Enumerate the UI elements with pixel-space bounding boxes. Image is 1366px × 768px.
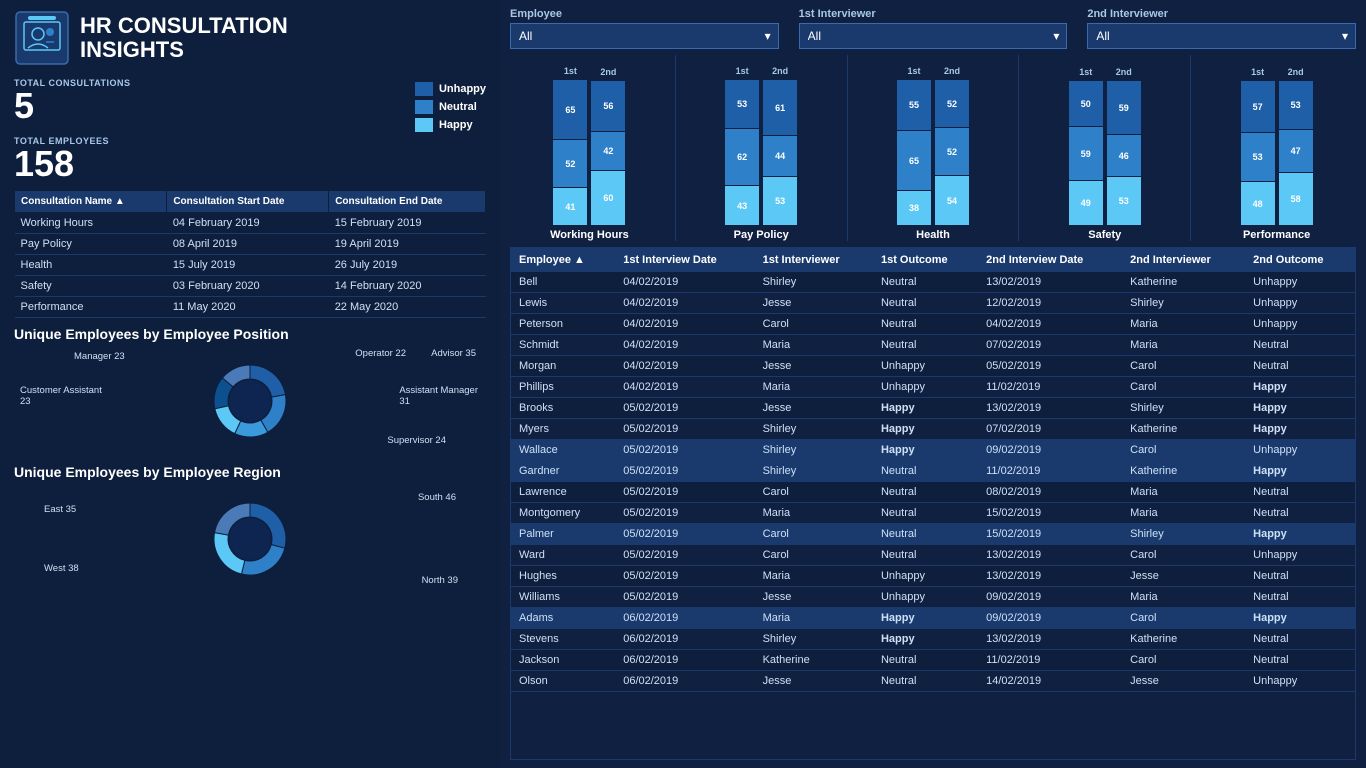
charts-area: 1st6552412nd564260Working Hours1st536243… (510, 55, 1356, 241)
col-start-date[interactable]: Consultation Start Date (167, 191, 329, 213)
neutral-color (415, 100, 433, 114)
data-table: Employee ▲1st Interview Date1st Intervie… (511, 248, 1355, 692)
table-row: Palmer05/02/2019CarolNeutral15/02/2019Sh… (511, 524, 1355, 545)
happy-color (415, 118, 433, 132)
stats-section: TOTAL CONSULTATIONS 5 Unhappy Neutral Ha… (14, 78, 486, 132)
table-row: Williams05/02/2019JesseUnhappy09/02/2019… (511, 587, 1355, 608)
chart-performance: 1st5753482nd534758Performance (1197, 55, 1356, 241)
hr-icon (14, 10, 70, 66)
col-2nd-outcome[interactable]: 2nd Outcome (1245, 248, 1355, 272)
interviewer1-filter-group: 1st Interviewer All (799, 8, 1068, 49)
legend: Unhappy Neutral Happy (415, 78, 486, 132)
col-2nd-interview-date[interactable]: 2nd Interview Date (978, 248, 1122, 272)
chart-safety: 1st5059492nd594653Safety (1025, 55, 1184, 241)
table-row: Schmidt04/02/2019MariaNeutral07/02/2019M… (511, 335, 1355, 356)
col-consultation-name[interactable]: Consultation Name ▲ (15, 191, 167, 213)
unhappy-color (415, 82, 433, 96)
region-donut-container: South 46 North 39 West 38 East 35 (14, 484, 486, 594)
header: HR CONSULTATION INSIGHTS (14, 10, 486, 66)
interviewer2-filter-group: 2nd Interviewer All (1087, 8, 1356, 49)
table-row: Lawrence05/02/2019CarolNeutral08/02/2019… (511, 482, 1355, 503)
table-row: Phillips04/02/2019MariaUnhappy11/02/2019… (511, 377, 1355, 398)
consultation-row: Pay Policy08 April 201919 April 2019 (15, 234, 486, 255)
chart-pay-policy: 1st5362432nd614453Pay Policy (682, 55, 841, 241)
filter-row: Employee All 1st Interviewer All 2nd Int… (510, 8, 1356, 49)
consultation-row: Safety03 February 202014 February 2020 (15, 276, 486, 297)
table-row: Jackson06/02/2019KatherineNeutral11/02/2… (511, 650, 1355, 671)
interviewer2-select-wrapper: All (1087, 23, 1356, 49)
table-row: Adams06/02/2019MariaHappy09/02/2019Carol… (511, 608, 1355, 629)
interviewer1-select-wrapper: All (799, 23, 1068, 49)
header-title: HR CONSULTATION INSIGHTS (80, 14, 288, 62)
table-row: Ward05/02/2019CarolNeutral13/02/2019Caro… (511, 545, 1355, 566)
table-row: Montgomery05/02/2019MariaNeutral15/02/20… (511, 503, 1355, 524)
employee-select[interactable]: All (510, 23, 779, 49)
table-row: Myers05/02/2019ShirleyHappy07/02/2019Kat… (511, 419, 1355, 440)
employee-filter-group: Employee All (510, 8, 779, 49)
table-row: Lewis04/02/2019JesseNeutral12/02/2019Shi… (511, 293, 1355, 314)
table-row: Bell04/02/2019ShirleyNeutral13/02/2019Ka… (511, 272, 1355, 293)
col-end-date[interactable]: Consultation End Date (329, 191, 486, 213)
table-row: Stevens06/02/2019ShirleyHappy13/02/2019K… (511, 629, 1355, 650)
right-panel: Employee All 1st Interviewer All 2nd Int… (500, 0, 1366, 768)
region-donut-chart (200, 489, 300, 589)
consultation-row: Working Hours04 February 201915 February… (15, 213, 486, 234)
interviewer1-select[interactable]: All (799, 23, 1068, 49)
legend-happy: Happy (415, 118, 486, 132)
col-1st-interview-date[interactable]: 1st Interview Date (615, 248, 754, 272)
consultation-table-wrapper: Consultation Name ▲ Consultation Start D… (14, 190, 486, 318)
legend-neutral: Neutral (415, 100, 486, 114)
consultation-row: Health15 July 201926 July 2019 (15, 255, 486, 276)
chart-working-hours: 1st6552412nd564260Working Hours (510, 55, 669, 241)
left-panel: HR CONSULTATION INSIGHTS TOTAL CONSULTAT… (0, 0, 500, 768)
consultation-row: Performance11 May 202022 May 2020 (15, 297, 486, 318)
employees-stat: TOTAL EMPLOYEES 158 (14, 136, 486, 182)
table-row: Morgan04/02/2019JesseUnhappy05/02/2019Ca… (511, 356, 1355, 377)
col-employee[interactable]: Employee ▲ (511, 248, 615, 272)
col-1st-interviewer[interactable]: 1st Interviewer (755, 248, 873, 272)
table-row: Peterson04/02/2019CarolNeutral04/02/2019… (511, 314, 1355, 335)
table-row: Gardner05/02/2019ShirleyNeutral11/02/201… (511, 461, 1355, 482)
data-table-wrapper[interactable]: Employee ▲1st Interview Date1st Intervie… (510, 247, 1356, 760)
col-2nd-interviewer[interactable]: 2nd Interviewer (1122, 248, 1245, 272)
table-row: Wallace05/02/2019ShirleyHappy09/02/2019C… (511, 440, 1355, 461)
col-1st-outcome[interactable]: 1st Outcome (873, 248, 978, 272)
interviewer2-select[interactable]: All (1087, 23, 1356, 49)
table-row: Brooks05/02/2019JesseHappy13/02/2019Shir… (511, 398, 1355, 419)
chart-health: 1st5565382nd525254Health (854, 55, 1013, 241)
position-donut-container: Operator 22 Advisor 35 Assistant Manager… (14, 346, 486, 456)
region-section: Unique Employees by Employee Region Sout… (14, 464, 486, 594)
table-row: Olson06/02/2019JesseNeutral14/02/2019Jes… (511, 671, 1355, 692)
position-donut-chart (200, 351, 300, 451)
legend-unhappy: Unhappy (415, 82, 486, 96)
employee-select-wrapper: All (510, 23, 779, 49)
table-row: Hughes05/02/2019MariaUnhappy13/02/2019Je… (511, 566, 1355, 587)
consultation-table: Consultation Name ▲ Consultation Start D… (14, 190, 486, 318)
total-consultations: TOTAL CONSULTATIONS 5 (14, 78, 405, 124)
position-section: Unique Employees by Employee Position Op… (14, 326, 486, 456)
